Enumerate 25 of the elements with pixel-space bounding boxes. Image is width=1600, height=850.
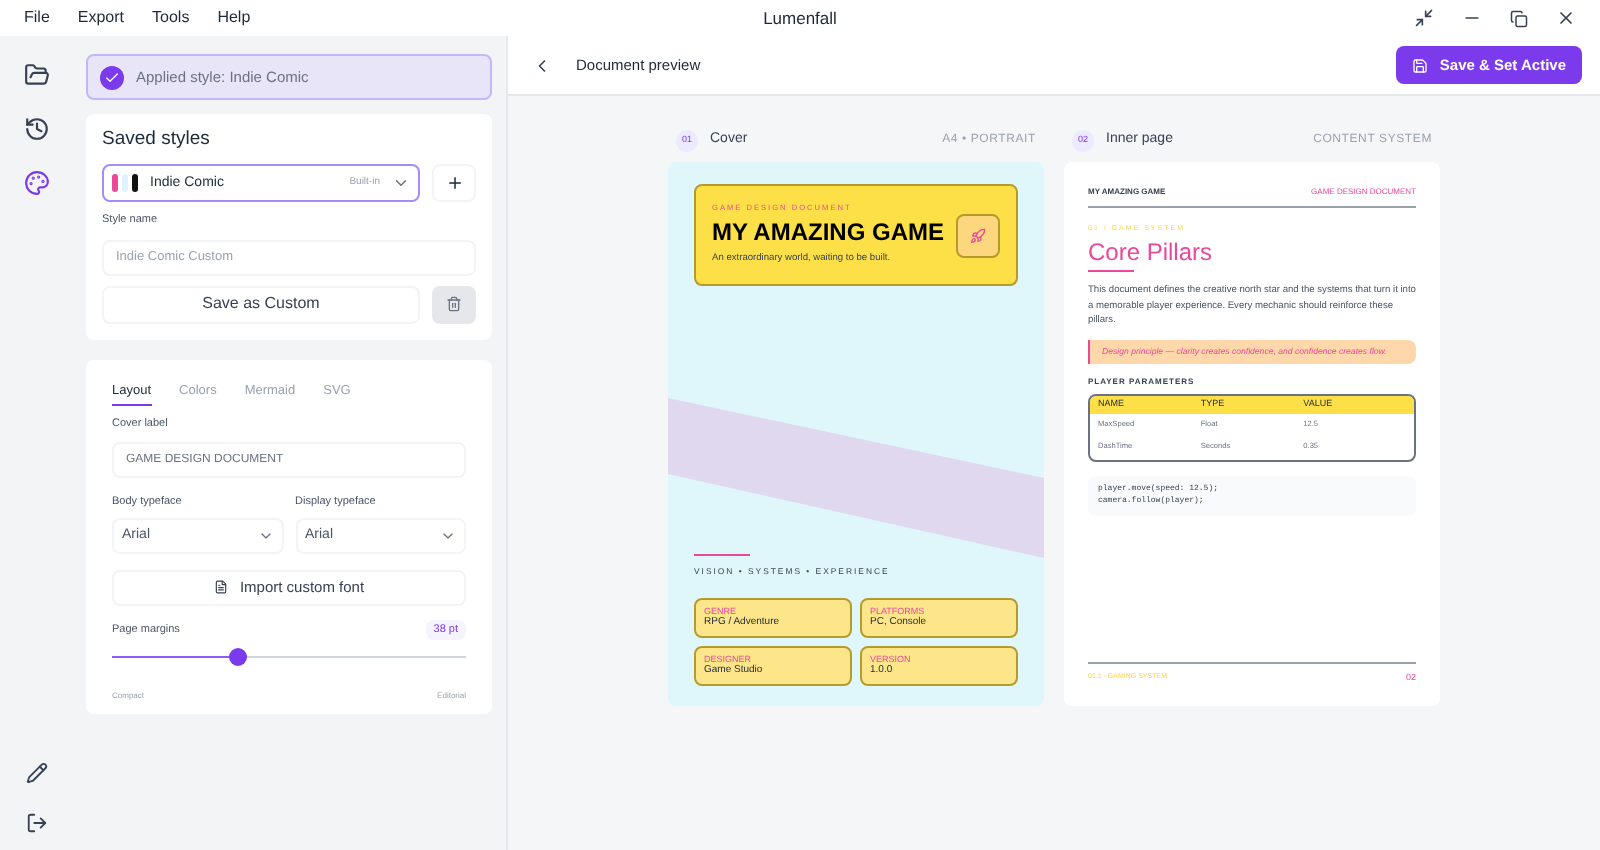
window-title: Lumenfall bbox=[763, 5, 837, 31]
shrink-icon[interactable] bbox=[1414, 8, 1434, 28]
delete-button[interactable] bbox=[432, 285, 476, 323]
trash-icon bbox=[446, 296, 462, 312]
menu-item[interactable]: Export bbox=[77, 6, 125, 30]
palette-icon[interactable] bbox=[23, 170, 49, 196]
menu-item[interactable]: Tools bbox=[152, 6, 190, 30]
menu-item[interactable]: Help bbox=[217, 6, 251, 30]
add-button[interactable] bbox=[432, 164, 476, 203]
folder-icon[interactable] bbox=[23, 62, 49, 88]
close-icon[interactable] bbox=[1556, 8, 1576, 28]
slider-thumb[interactable] bbox=[228, 648, 247, 666]
restore-icon[interactable] bbox=[1510, 9, 1528, 27]
pencil-icon[interactable] bbox=[25, 762, 47, 784]
menu-item[interactable]: File bbox=[24, 6, 50, 30]
save-icon bbox=[1411, 57, 1428, 73]
cover-title: MY AMAZING GAME bbox=[712, 220, 946, 245]
page-heading: Core Pillars bbox=[1088, 240, 1215, 265]
card-title: Saved styles bbox=[102, 126, 212, 154]
logout-icon[interactable] bbox=[25, 812, 47, 834]
history-icon[interactable] bbox=[23, 116, 49, 142]
save-custom-button[interactable]: Save as Custom bbox=[102, 285, 420, 323]
file-icon bbox=[213, 580, 228, 595]
plus-icon bbox=[445, 174, 463, 193]
rocket-icon bbox=[970, 227, 986, 243]
